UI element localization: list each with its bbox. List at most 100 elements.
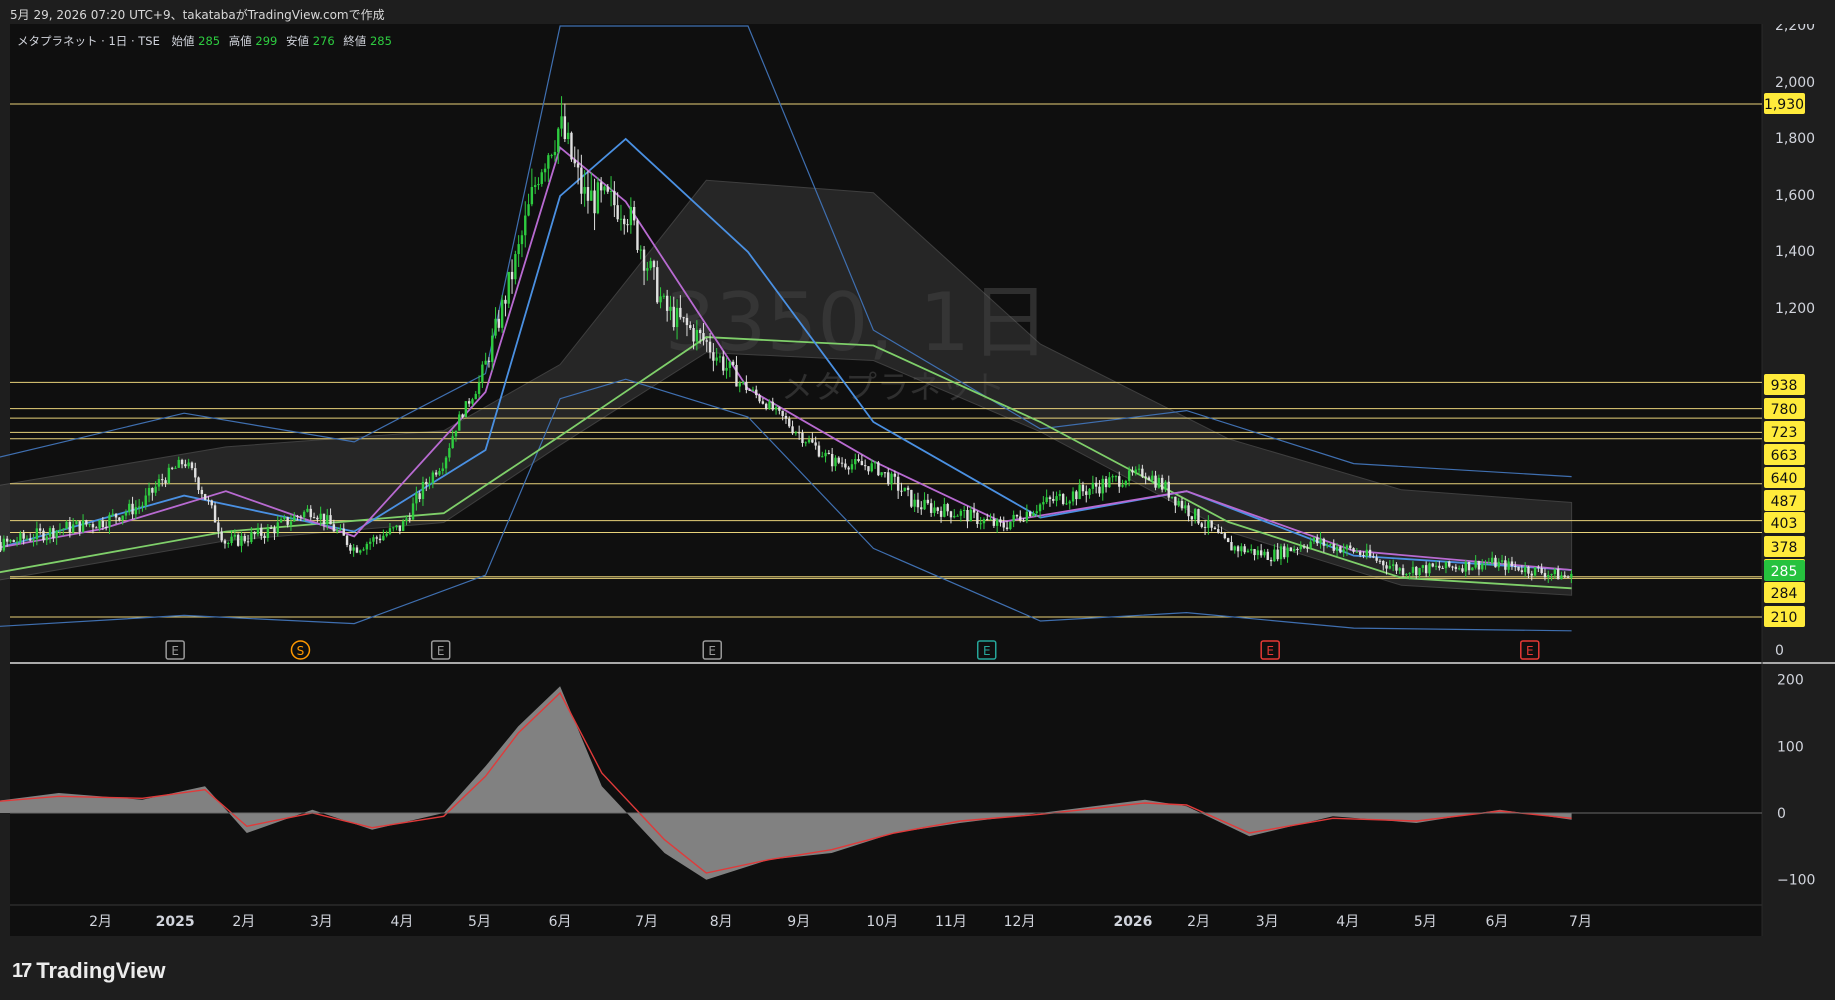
candle-body	[1250, 549, 1253, 551]
chart-root[interactable]: 3350, 1日 メタプラネット 1,930938780723663640487…	[0, 24, 1835, 940]
candle-body	[111, 513, 114, 515]
candle-body	[1269, 559, 1273, 562]
candle-body	[573, 159, 576, 164]
candle-body	[243, 535, 246, 542]
candle-body	[1124, 480, 1128, 486]
candle-body	[619, 218, 623, 220]
candle-body	[477, 382, 481, 394]
candle-body	[368, 541, 372, 544]
candle-body	[801, 432, 804, 443]
time-tick-label: 4月	[390, 914, 413, 930]
candle-body	[246, 541, 250, 543]
candle-body	[672, 306, 675, 328]
candle-body	[1213, 527, 1217, 530]
candle-body	[514, 254, 517, 280]
candle-body	[1144, 476, 1147, 478]
candle-body	[91, 524, 95, 528]
candle-body	[1507, 561, 1510, 570]
candle-body	[916, 499, 920, 508]
candle-body	[1223, 533, 1227, 539]
candle-body	[1471, 567, 1474, 571]
candle-body	[210, 500, 213, 506]
candle-body	[108, 514, 111, 528]
candle-body	[85, 520, 88, 525]
candle-body	[1180, 500, 1184, 509]
candle-body	[632, 207, 636, 221]
candle-body	[378, 538, 382, 541]
candle-body	[464, 401, 468, 418]
candle-body	[1375, 557, 1378, 561]
candle-body	[1438, 565, 1441, 568]
candle-body	[1243, 546, 1246, 553]
candle-body	[458, 414, 461, 431]
candle-body	[1388, 565, 1392, 569]
candle-body	[365, 543, 369, 550]
candle-body	[755, 389, 758, 396]
candle-body	[332, 524, 336, 532]
candle-body	[910, 489, 913, 507]
tradingview-brand[interactable]: 17 TradingView	[12, 958, 165, 984]
candle-body	[326, 515, 329, 525]
candle-body	[312, 517, 316, 519]
candle-body	[1276, 549, 1279, 560]
candle-body	[1009, 521, 1012, 530]
price-tick-label: 0	[1775, 643, 1784, 659]
candle-body	[345, 535, 349, 545]
candle-body	[253, 532, 256, 535]
candle-body	[867, 466, 870, 472]
candle-body	[388, 528, 392, 534]
candle-body	[1085, 491, 1088, 495]
candle-body	[1451, 566, 1454, 568]
candle-body	[260, 527, 263, 536]
candle-body	[1560, 575, 1563, 580]
candle-body	[1283, 546, 1286, 558]
candle-body	[550, 155, 553, 157]
candle-body	[1002, 522, 1005, 528]
candle-body	[1203, 526, 1207, 528]
level-badge-label: 378	[1771, 540, 1798, 556]
price-tick-label: 1,800	[1775, 131, 1815, 147]
legend-high-label: 高値	[229, 34, 252, 48]
candle-body	[705, 340, 708, 342]
candle-body	[1467, 561, 1471, 571]
candle-body	[372, 537, 375, 542]
candle-body	[187, 462, 190, 467]
candle-body	[45, 536, 48, 541]
candle-body	[1177, 500, 1180, 506]
level-badge-label: 487	[1771, 494, 1798, 510]
candle-body	[170, 467, 174, 469]
candle-body	[616, 205, 619, 220]
candle-body	[1342, 549, 1345, 553]
candle-body	[1246, 550, 1250, 553]
level-badge-label: 210	[1771, 610, 1798, 626]
candle-body	[784, 415, 788, 419]
legend-line: メタプラネット · 1日 · TSE 始値 285 高値 299 安値 276 …	[17, 34, 392, 48]
candle-body	[1061, 494, 1065, 505]
candle-body	[576, 163, 580, 168]
oscillator-pane-bg[interactable]	[10, 664, 1762, 904]
candle-body	[177, 459, 180, 468]
level-badge-label: 723	[1771, 425, 1798, 441]
candle-body	[1210, 520, 1213, 528]
candle-body	[395, 525, 398, 528]
candle-body	[240, 535, 243, 546]
candle-body	[1385, 565, 1388, 569]
candle-body	[302, 511, 306, 518]
candle-body	[1566, 576, 1570, 578]
candle-body	[1032, 513, 1035, 517]
level-badge-label: 663	[1771, 448, 1798, 464]
candle-body	[982, 518, 986, 524]
candle-body	[1372, 556, 1375, 558]
candle-body	[1193, 509, 1197, 520]
candle-body	[128, 503, 131, 513]
candle-body	[1075, 491, 1078, 500]
candle-body	[1094, 482, 1098, 487]
candle-body	[1038, 504, 1042, 512]
candle-body	[71, 524, 75, 533]
candle-body	[1134, 469, 1137, 473]
candle-body	[286, 517, 289, 525]
candle-body	[695, 329, 699, 342]
candle-body	[590, 190, 593, 201]
candle-body	[804, 442, 807, 444]
candle-body	[1325, 544, 1329, 546]
